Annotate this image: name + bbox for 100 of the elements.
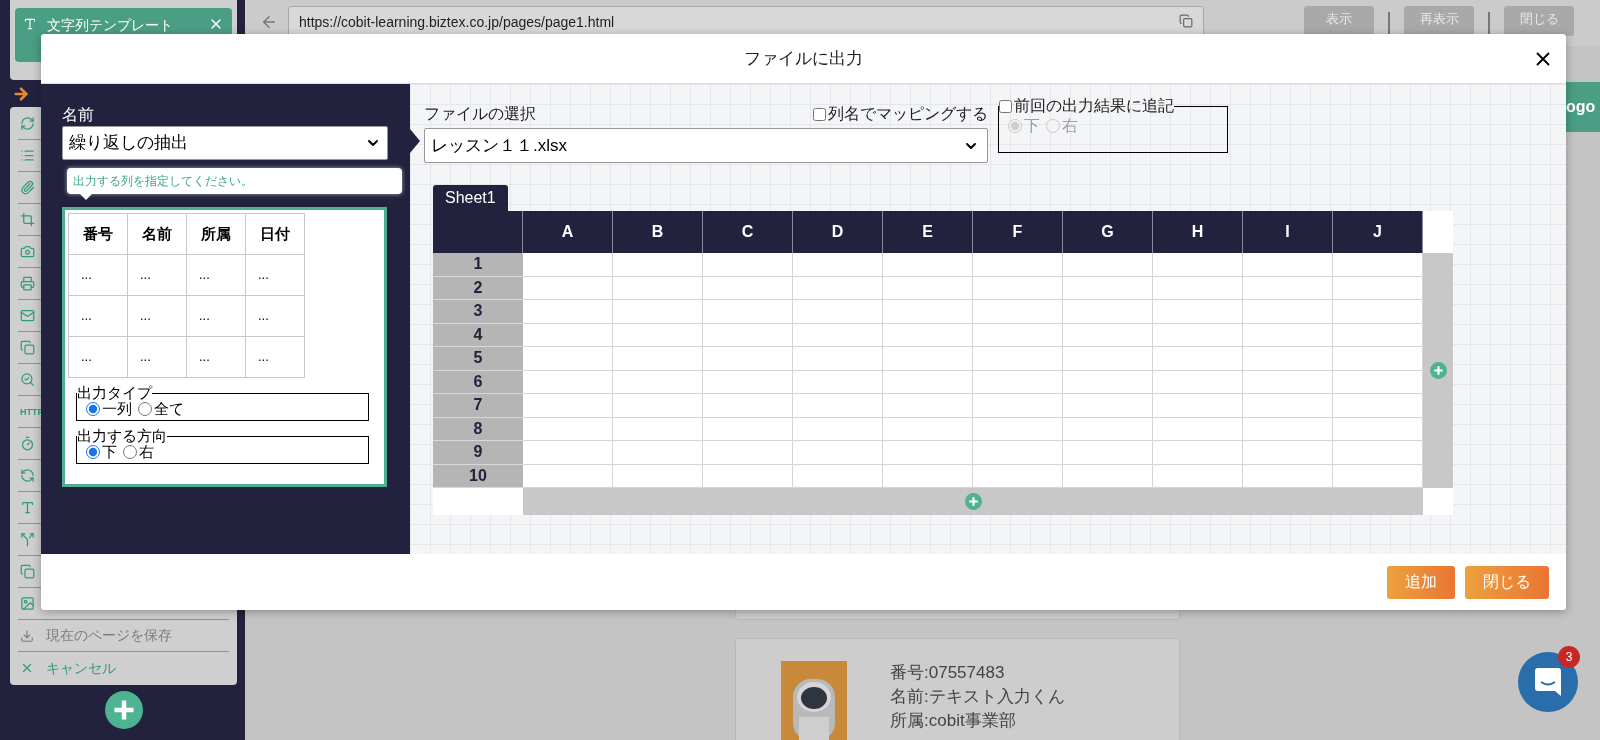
sheet-cell[interactable] <box>1063 370 1153 394</box>
sheet-cell[interactable] <box>523 394 613 418</box>
column-header[interactable]: C <box>703 211 793 253</box>
sheet-cell[interactable] <box>973 323 1063 347</box>
copy-icon[interactable] <box>20 564 35 579</box>
column-header[interactable]: B <box>613 211 703 253</box>
search-icon[interactable] <box>20 372 35 387</box>
sheet-cell[interactable] <box>793 347 883 371</box>
column-header[interactable]: I <box>1243 211 1333 253</box>
sheet-cell[interactable] <box>793 464 883 488</box>
sheet-cell[interactable] <box>1243 394 1333 418</box>
radio-button[interactable] <box>138 402 152 416</box>
row-header[interactable]: 9 <box>433 441 523 465</box>
sheet-cell[interactable] <box>703 300 793 324</box>
sheet-cell[interactable] <box>703 370 793 394</box>
sheet-cell[interactable] <box>1063 300 1153 324</box>
sheet-cell[interactable] <box>793 417 883 441</box>
row-header[interactable]: 6 <box>433 370 523 394</box>
sheet-cell[interactable] <box>1243 300 1333 324</box>
column-header[interactable]: 日付 <box>246 214 305 255</box>
row-header[interactable]: 1 <box>433 253 523 277</box>
refresh-icon[interactable] <box>20 468 35 483</box>
sheet-cell[interactable] <box>1153 323 1243 347</box>
row-header[interactable]: 2 <box>433 276 523 300</box>
mapping-checkbox[interactable] <box>813 107 826 121</box>
sheet-cell[interactable] <box>793 300 883 324</box>
sheet-cell[interactable] <box>793 394 883 418</box>
sheet-cell[interactable] <box>1063 253 1153 277</box>
sheet-cell[interactable] <box>973 300 1063 324</box>
sheet-cell[interactable] <box>883 347 973 371</box>
image-icon[interactable] <box>20 596 35 611</box>
sheet-cell[interactable] <box>793 441 883 465</box>
chat-button[interactable] <box>1518 652 1578 712</box>
sheet-cell[interactable] <box>973 276 1063 300</box>
sheet-cell[interactable] <box>613 347 703 371</box>
crop-icon[interactable] <box>20 212 35 227</box>
sheet-cell[interactable] <box>1063 276 1153 300</box>
column-header[interactable]: J <box>1333 211 1423 253</box>
sheet-cell[interactable] <box>613 300 703 324</box>
camera-icon[interactable] <box>20 244 35 259</box>
sheet-cell[interactable] <box>523 323 613 347</box>
sheet-cell[interactable] <box>1333 347 1423 371</box>
sheet-cell[interactable] <box>703 417 793 441</box>
sheet-cell[interactable] <box>883 253 973 277</box>
sheet-cell[interactable] <box>1333 323 1423 347</box>
sheet-cell[interactable] <box>1153 276 1243 300</box>
radio-button[interactable] <box>86 445 100 459</box>
sheet-cell[interactable] <box>523 300 613 324</box>
timer-icon[interactable] <box>20 436 35 451</box>
sheet-cell[interactable] <box>1333 441 1423 465</box>
sheet-cell[interactable] <box>703 394 793 418</box>
append-checkbox[interactable] <box>999 99 1012 113</box>
sheet-cell[interactable] <box>973 394 1063 418</box>
sheet-cell[interactable] <box>613 276 703 300</box>
sheet-cell[interactable] <box>793 276 883 300</box>
sheet-cell[interactable] <box>1153 464 1243 488</box>
sheet-cell[interactable] <box>793 323 883 347</box>
column-header[interactable]: D <box>793 211 883 253</box>
paperclip-icon[interactable] <box>20 180 35 195</box>
text-type-icon[interactable] <box>20 500 35 515</box>
row-header[interactable]: 5 <box>433 347 523 371</box>
sheet-cell[interactable] <box>703 253 793 277</box>
sheet-cell[interactable] <box>1243 464 1333 488</box>
sheet-cell[interactable] <box>883 370 973 394</box>
sheet-cell[interactable] <box>973 441 1063 465</box>
sheet-cell[interactable] <box>1153 417 1243 441</box>
sheet-cell[interactable] <box>613 441 703 465</box>
column-header[interactable]: G <box>1063 211 1153 253</box>
copy-icon[interactable] <box>1179 14 1193 28</box>
sheet-cell[interactable] <box>883 464 973 488</box>
sheet-cell[interactable] <box>703 464 793 488</box>
add-row-button[interactable] <box>964 493 982 510</box>
sheet-cell[interactable] <box>883 276 973 300</box>
row-header[interactable]: 7 <box>433 394 523 418</box>
sheet-cell[interactable] <box>883 323 973 347</box>
sheet-cell[interactable] <box>523 347 613 371</box>
sheet-cell[interactable] <box>523 253 613 277</box>
sheet-cell[interactable] <box>1243 276 1333 300</box>
sheet-cell[interactable] <box>1153 370 1243 394</box>
column-header[interactable]: H <box>1153 211 1243 253</box>
sheet-cell[interactable] <box>1333 464 1423 488</box>
column-header[interactable]: 番号 <box>69 214 128 255</box>
sheet-cell[interactable] <box>973 370 1063 394</box>
sheet-cell[interactable] <box>703 323 793 347</box>
sheet-cell[interactable] <box>613 464 703 488</box>
sheet-cell[interactable] <box>1243 347 1333 371</box>
sheet-cell[interactable] <box>523 441 613 465</box>
sheet-cell[interactable] <box>1153 394 1243 418</box>
sheet-cell[interactable] <box>523 370 613 394</box>
mail-icon[interactable] <box>20 308 35 323</box>
add-column-button[interactable] <box>1429 362 1447 379</box>
sheet-cell[interactable] <box>1063 441 1153 465</box>
sheet-cell[interactable] <box>1333 417 1423 441</box>
sheet-cell[interactable] <box>1333 370 1423 394</box>
sheet-cell[interactable] <box>1063 323 1153 347</box>
column-header[interactable]: 所属 <box>187 214 246 255</box>
row-header[interactable]: 4 <box>433 323 523 347</box>
sheet-cell[interactable] <box>1063 464 1153 488</box>
sheet-cell[interactable] <box>703 276 793 300</box>
sheet-cell[interactable] <box>973 347 1063 371</box>
